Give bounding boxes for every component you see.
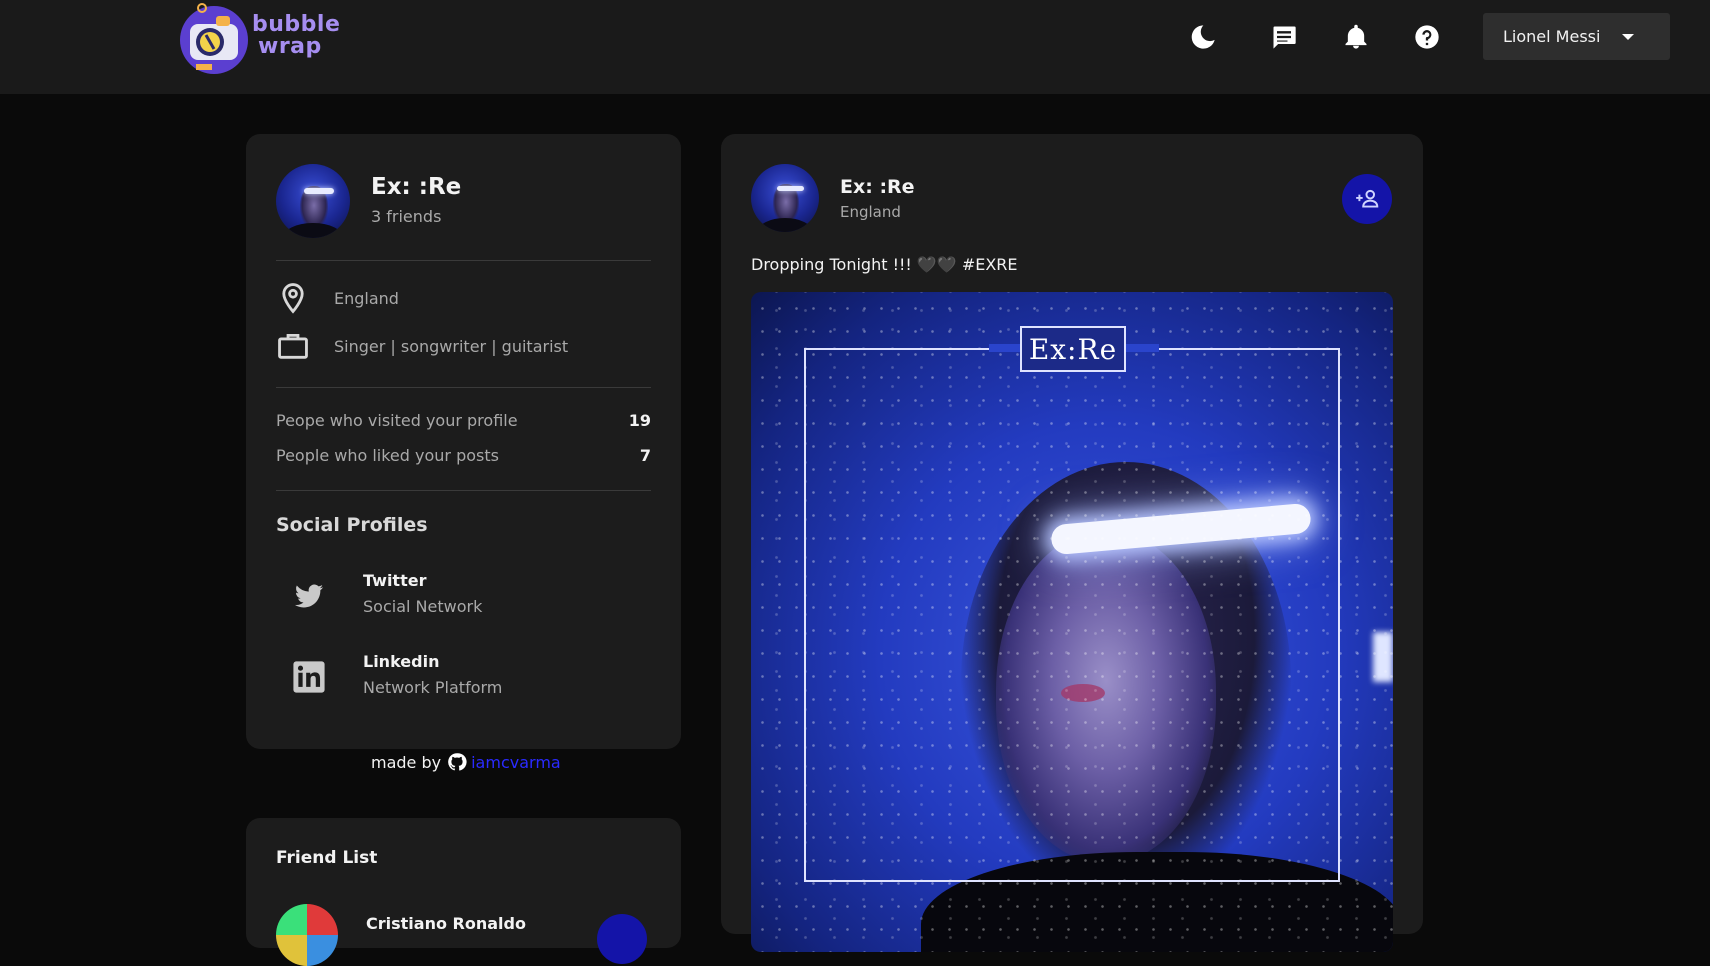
profile-card: Ex: :Re 3 friends England Singer | songw… [246,134,681,749]
location-row: England [276,283,399,314]
location-text: England [334,288,399,308]
friend-avatar[interactable] [276,904,338,966]
post-author-location: England [840,203,901,221]
messages-button[interactable] [1269,22,1299,52]
stat-label: Peope who visited your profile [276,411,518,430]
top-navbar: bubble wrap Lionel Messi [0,0,1710,94]
user-menu-dropdown[interactable]: Lionel Messi [1483,13,1670,60]
social-linkedin[interactable]: Linkedin Network Platform [292,650,632,706]
post-author-avatar[interactable] [751,164,819,232]
notifications-button[interactable] [1341,22,1371,52]
made-by-credit: made by iamcvarma [371,752,561,772]
post-likes-stat: People who liked your posts 7 [276,446,651,465]
profile-visits-stat: Peope who visited your profile 19 [276,411,651,430]
post-image[interactable]: Ex:Re [751,292,1393,952]
album-title: Ex:Re [1020,326,1126,372]
dark-mode-toggle[interactable] [1188,22,1218,52]
friend-name[interactable]: Cristiano Ronaldo [366,914,526,933]
bell-icon [1345,24,1367,49]
logo-wordmark: bubble wrap [252,12,341,59]
linkedin-icon [293,661,325,693]
github-icon [448,753,467,771]
divider [276,387,651,388]
camera-logo-icon [180,3,248,74]
social-name: Twitter [363,571,427,590]
post-author-name[interactable]: Ex: :Re [840,176,915,198]
profile-name[interactable]: Ex: :Re [371,174,461,200]
stat-value: 7 [639,446,651,465]
user-name: Lionel Messi [1503,27,1601,46]
post-card: Ex: :Re England Dropping Tonight !!! 🖤🖤 … [721,134,1423,952]
social-subtitle: Network Platform [363,678,503,697]
social-profiles-title: Social Profiles [276,514,428,536]
profile-avatar[interactable] [276,164,350,238]
help-button[interactable] [1412,22,1442,52]
location-pin-icon [282,283,304,314]
stat-label: People who liked your posts [276,446,499,465]
divider [276,490,651,491]
chevron-down-icon [1622,34,1634,40]
twitter-icon [294,584,324,608]
friends-count: 3 friends [371,207,442,226]
add-person-icon [1356,189,1379,208]
app-logo[interactable]: bubble wrap [176,2,340,76]
friend-list-card: Friend List Cristiano Ronaldo [246,818,681,966]
moon-icon [1191,25,1215,49]
stat-value: 19 [628,411,651,430]
chat-icon [1273,26,1296,49]
post-text: Dropping Tonight !!! 🖤🖤 #EXRE [751,255,1018,274]
friend-list-title: Friend List [276,848,378,868]
social-subtitle: Social Network [363,597,483,616]
divider [276,260,651,261]
occupation-row: Singer | songwriter | guitarist [276,331,568,361]
social-name: Linkedin [363,652,440,671]
author-link[interactable]: iamcvarma [471,753,561,772]
occupation-text: Singer | songwriter | guitarist [334,336,569,356]
social-twitter[interactable]: Twitter Social Network [292,569,632,625]
briefcase-icon [278,333,308,359]
add-friend-button[interactable] [1342,174,1392,224]
album-frame [804,348,1340,882]
made-by-label: made by [371,752,442,772]
help-icon [1415,25,1439,49]
